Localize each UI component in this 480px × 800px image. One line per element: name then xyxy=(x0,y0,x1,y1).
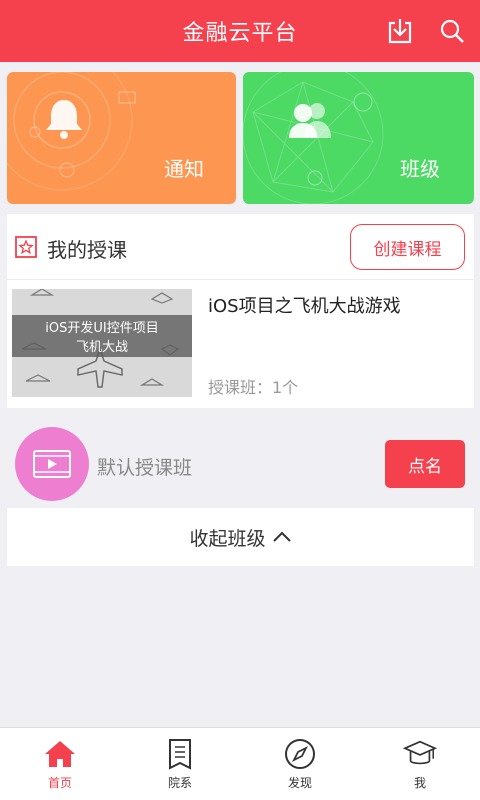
class-card-label: 班级 xyxy=(400,157,440,181)
nav-me-label: 我 xyxy=(413,776,426,790)
default-class-row[interactable]: 默认授课班 点名 xyxy=(0,420,480,506)
nav-home[interactable]: 首页 xyxy=(0,728,120,800)
course-list-item[interactable]: iOS开发UI控件项目 飞机大战 iOS项目之飞机大战游戏 授课班：1个 xyxy=(7,280,474,408)
rollcall-button[interactable]: 点名 xyxy=(385,440,465,488)
class-card-decoration xyxy=(243,72,384,204)
video-icon xyxy=(33,450,71,478)
graduation-cap-icon xyxy=(403,740,437,765)
my-courses-title: 我的授课 xyxy=(47,238,127,262)
star-badge-icon xyxy=(15,236,37,258)
class-card[interactable]: 班级 xyxy=(243,72,474,204)
search-icon xyxy=(440,19,464,43)
search-button[interactable] xyxy=(436,15,468,47)
page-title: 金融云平台 xyxy=(182,21,298,46)
course-class-count: 授课班：1个 xyxy=(208,378,299,397)
bottom-nav: 首页 院系 发现 我 xyxy=(0,727,480,800)
compass-icon xyxy=(285,739,315,769)
bell-icon xyxy=(46,100,82,139)
nav-discover-label: 发现 xyxy=(287,776,312,790)
course-name: iOS项目之飞机大战游戏 xyxy=(208,296,401,317)
class-avatar xyxy=(15,427,89,501)
home-icon xyxy=(45,741,75,767)
nav-discover[interactable]: 发现 xyxy=(240,728,360,800)
list-icon xyxy=(169,739,191,770)
thumbnail-caption-line1: iOS开发UI控件项目 xyxy=(45,321,159,336)
thumbnail-caption-line2: 飞机大战 xyxy=(75,340,128,355)
nav-departments-label: 院系 xyxy=(167,776,192,790)
my-courses-header: 我的授课 创建课程 xyxy=(7,214,474,280)
nav-me[interactable]: 我 xyxy=(360,728,480,800)
create-course-button[interactable]: 创建课程 xyxy=(350,224,465,270)
download-icon xyxy=(388,19,412,44)
nav-departments[interactable]: 院系 xyxy=(120,728,240,800)
download-button[interactable] xyxy=(384,15,416,47)
class-name: 默认授课班 xyxy=(97,457,193,479)
nav-home-label: 首页 xyxy=(47,776,72,790)
app-header: 金融云平台 xyxy=(0,0,480,62)
notice-card-decoration xyxy=(7,72,136,191)
chevron-up-icon xyxy=(272,531,291,542)
users-icon xyxy=(289,103,331,138)
my-courses-section: 我的授课 创建课程 iOS开发UI控件项目 飞机大战 iOS项目之飞机大战游戏 … xyxy=(7,214,474,408)
collapse-classes-button[interactable]: 收起班级 xyxy=(7,508,474,566)
collapse-label: 收起班级 xyxy=(189,527,266,550)
notice-card-label: 通知 xyxy=(164,157,204,181)
notice-card[interactable]: 通知 xyxy=(7,72,236,204)
course-thumbnail: iOS开发UI控件项目 飞机大战 xyxy=(12,289,192,397)
